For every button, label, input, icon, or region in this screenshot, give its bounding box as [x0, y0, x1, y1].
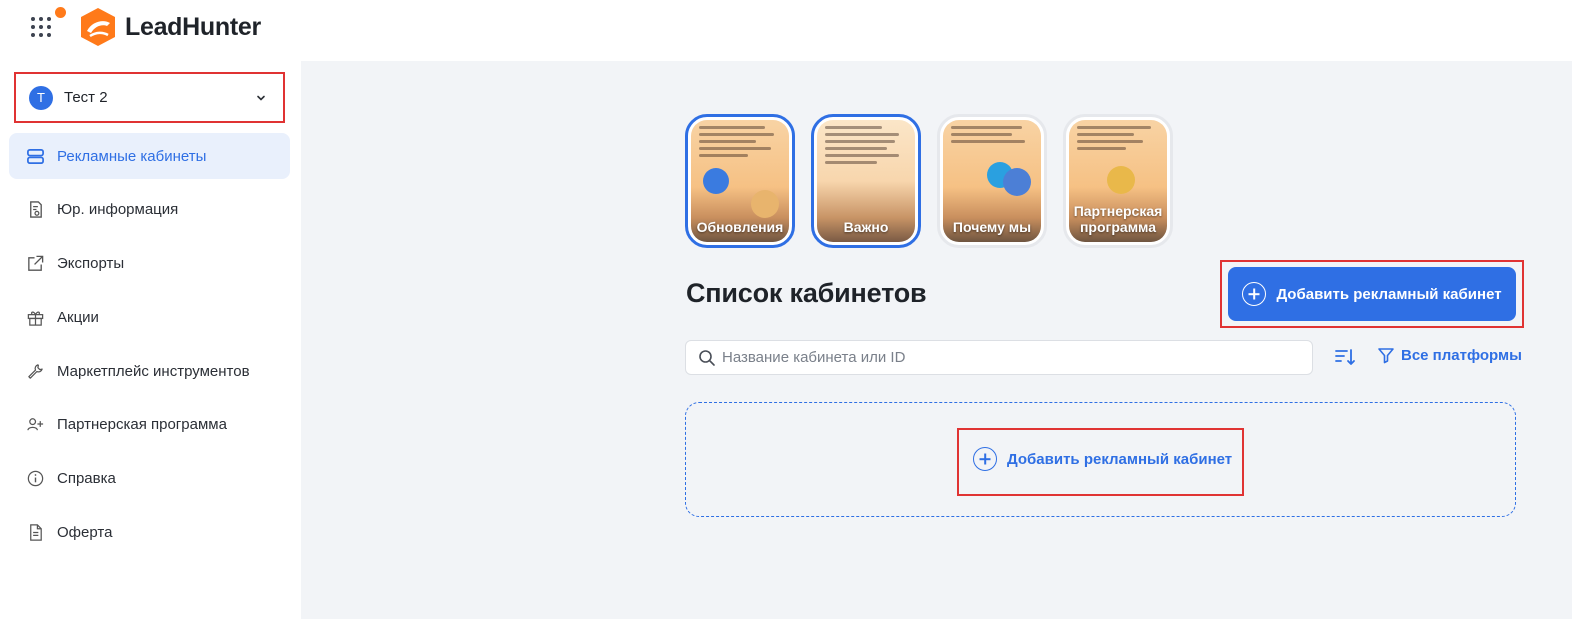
wrench-icon [25, 361, 45, 381]
legal-doc-icon [25, 200, 45, 220]
sidebar: T Тест 2 Рекламные кабинеты Юр. информац… [0, 61, 301, 619]
story-label: Почему мы [952, 219, 1032, 235]
apps-grid-icon[interactable] [30, 7, 66, 40]
sidebar-item-label: Партнерская программа [57, 416, 227, 434]
top-bar: LeadHunter [0, 0, 1572, 61]
account-switcher[interactable]: T Тест 2 [14, 72, 285, 123]
plus-circle-icon [1242, 282, 1267, 306]
main-content: Обновления Важно Почему мы Партнерская п… [301, 61, 1572, 619]
add-ad-cabinet-empty-label: Добавить рекламный кабинет [1007, 450, 1233, 468]
platform-filter[interactable]: Все платформы [1377, 346, 1522, 364]
sidebar-item-label: Рекламные кабинеты [57, 147, 207, 165]
sidebar-item-promotions[interactable]: Акции [9, 294, 290, 340]
sidebar-item-partner-program[interactable]: Партнерская программа [9, 402, 290, 448]
story-thumbnail: Почему мы [943, 120, 1041, 242]
page-title: Список кабинетов [686, 278, 927, 308]
sidebar-item-tools-marketplace[interactable]: Маркетплейс инструментов [9, 348, 290, 394]
app-name: LeadHunter [125, 12, 261, 41]
filter-label: Все платформы [1401, 346, 1522, 364]
add-ad-cabinet-label: Добавить рекламный кабинет [1276, 285, 1502, 303]
chevron-down-icon [257, 95, 265, 101]
sidebar-item-label: Юр. информация [57, 201, 179, 219]
sidebar-item-label: Экспорты [57, 255, 125, 273]
user-plus-icon [25, 415, 45, 435]
cabinets-icon [25, 146, 45, 166]
document-icon [25, 523, 45, 543]
logo[interactable]: LeadHunter [78, 6, 261, 48]
story-thumbnail: Обновления [691, 120, 789, 242]
search-field[interactable] [685, 340, 1313, 375]
story-thumbnail: Партнерская программа [1069, 120, 1167, 242]
story-partner-program[interactable]: Партнерская программа [1063, 114, 1173, 248]
sort-icon[interactable] [1333, 345, 1357, 369]
sidebar-item-exports[interactable]: Экспорты [9, 241, 290, 287]
add-ad-cabinet-empty-button[interactable]: Добавить рекламный кабинет [973, 447, 1232, 471]
export-icon [25, 254, 45, 274]
sidebar-item-label: Акции [57, 308, 99, 326]
notification-dot [55, 7, 66, 18]
sidebar-item-label: Справка [57, 470, 116, 488]
story-thumbnail: Важно [817, 120, 915, 242]
sidebar-item-offer[interactable]: Оферта [9, 510, 290, 556]
leadhunter-logo-icon [81, 8, 115, 46]
story-label: Важно [843, 219, 889, 235]
sidebar-item-label: Маркетплейс инструментов [57, 362, 250, 380]
search-input[interactable] [722, 349, 1282, 366]
account-name: Тест 2 [64, 89, 108, 106]
sidebar-item-help[interactable]: Справка [9, 456, 290, 502]
stories-row: Обновления Важно Почему мы Партнерская п… [685, 114, 1173, 248]
add-ad-cabinet-button[interactable]: Добавить рекламный кабинет [1228, 267, 1516, 321]
sidebar-item-label: Оферта [57, 524, 113, 542]
avatar: T [29, 85, 53, 110]
sidebar-nav: Рекламные кабинеты Юр. информация Экспор… [9, 133, 290, 563]
search-icon [699, 349, 715, 366]
filter-icon [1378, 348, 1394, 364]
story-label: Обновления [696, 219, 784, 235]
sidebar-item-ad-cabinets[interactable]: Рекламные кабинеты [9, 133, 290, 179]
gift-icon [25, 307, 45, 327]
plus-circle-icon [973, 447, 997, 471]
story-label: Партнерская программа [1073, 203, 1163, 235]
story-why-us[interactable]: Почему мы [937, 114, 1047, 248]
info-icon [25, 469, 45, 489]
story-important[interactable]: Важно [811, 114, 921, 248]
sidebar-item-legal-info[interactable]: Юр. информация [9, 187, 290, 233]
story-updates[interactable]: Обновления [685, 114, 795, 248]
